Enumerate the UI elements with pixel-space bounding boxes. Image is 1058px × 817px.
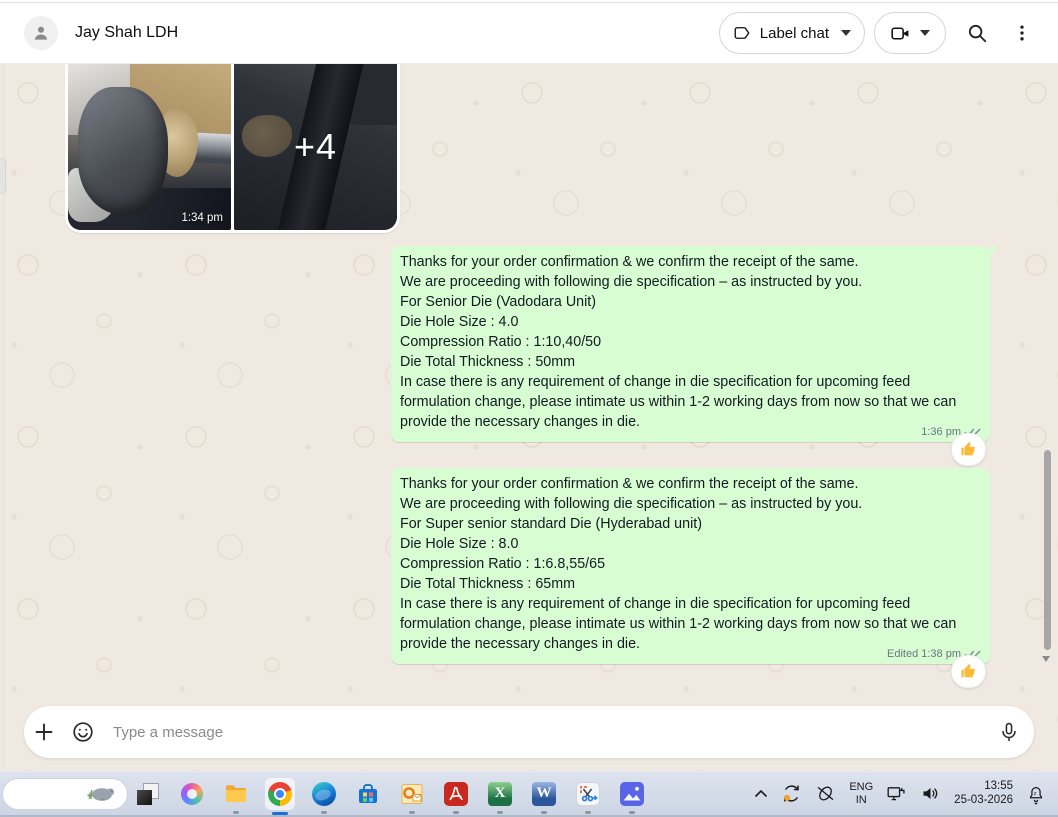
outgoing-message-2: Thanks for your order confirmation & we … [391,468,990,664]
scrollbar-thumb[interactable] [1044,450,1051,650]
message-time-edited: Edited 1:38 pm [887,648,961,660]
network-icon[interactable] [886,783,907,804]
acrobat-icon[interactable] [444,782,468,806]
kebab-menu-icon [1012,23,1032,43]
tag-icon [733,24,751,42]
microsoft-store-icon[interactable] [356,782,380,806]
album-timestamp: 1:34 pm [181,212,223,224]
menu-button[interactable] [1012,23,1032,43]
message-text: Thanks for your order confirmation & we … [400,252,981,432]
message-time: 1:36 pm [921,426,961,438]
bubble-tail [990,246,998,259]
thumbs-up-icon [960,663,977,680]
taskbar-app-icons: X W [136,772,644,815]
bell-dnd-icon[interactable]: z [1026,783,1046,805]
photo-detail [78,87,168,215]
tray-date: 25-03-2026 [954,794,1013,808]
reaction-bubble[interactable] [951,433,986,466]
system-tray: ENGIN 13:55 25-03-2026 z [754,772,1046,815]
language-indicator[interactable]: ENGIN [849,781,873,806]
taskbar-search-box[interactable] [2,778,128,810]
sync-icon[interactable] [781,783,802,804]
voice-message-button[interactable] [998,721,1020,743]
search-icon [966,22,988,44]
emoji-button[interactable] [71,720,95,744]
file-explorer-icon[interactable] [224,782,248,806]
windows-taskbar: X W ENGIN [0,771,1058,817]
chevron-down-icon [841,30,851,36]
more-photos-count: +4 [294,126,337,168]
contact-avatar[interactable] [24,16,58,50]
panel-drag-handle[interactable] [0,158,6,194]
thumbs-up-icon [960,441,977,458]
contact-name[interactable]: Jay Shah LDH [75,24,178,42]
outgoing-message-1: Thanks for your order confirmation & we … [391,246,990,442]
scroll-down-arrow[interactable] [1042,656,1050,662]
more-photos-overlay: +4 [234,63,397,230]
attach-button[interactable] [32,720,56,744]
photos-icon[interactable] [620,782,644,806]
album-photo-more[interactable]: +4 [234,63,397,230]
label-chat-text: Label chat [760,25,829,42]
copilot-icon[interactable] [180,782,204,806]
album-photo-1[interactable]: 1:34 pm [68,63,231,230]
excel-icon[interactable]: X [488,782,512,806]
outlook-icon[interactable] [400,782,424,806]
clock[interactable]: 13:55 25-03-2026 [954,780,1013,807]
chrome-icon[interactable] [268,782,292,806]
chevron-down-icon [920,30,930,36]
message-input[interactable] [111,723,998,742]
video-camera-icon [890,23,911,44]
plus-icon [32,720,56,744]
tray-time: 13:55 [954,780,1013,794]
chat-header: Jay Shah LDH Label chat [0,3,1058,64]
label-chat-button[interactable]: Label chat [719,12,865,54]
sticker-emoji-icon [71,720,95,744]
photo-album-message: 1:34 pm +4 [65,63,400,233]
mic-icon [998,721,1020,743]
video-call-button[interactable] [874,12,946,54]
header-actions: Label chat [719,12,1032,54]
task-view-icon[interactable] [136,782,160,806]
edge-icon[interactable] [312,782,336,806]
word-icon[interactable]: W [532,782,556,806]
message-composer [24,706,1034,758]
snipping-tool-icon[interactable] [576,782,600,806]
search-button[interactable] [966,22,988,44]
search-highlight-manatee-icon [83,783,117,805]
reaction-bubble[interactable] [951,655,986,688]
chevron-up-icon[interactable] [754,789,768,798]
message-text: Thanks for your order confirmation & we … [400,474,981,654]
language-line-1: ENG [849,781,873,793]
mouse-disabled-icon[interactable] [815,783,836,804]
svg-text:z: z [1034,790,1037,796]
language-line-2: IN [856,794,867,806]
volume-icon[interactable] [920,783,941,804]
avatar-person-icon [30,22,52,44]
